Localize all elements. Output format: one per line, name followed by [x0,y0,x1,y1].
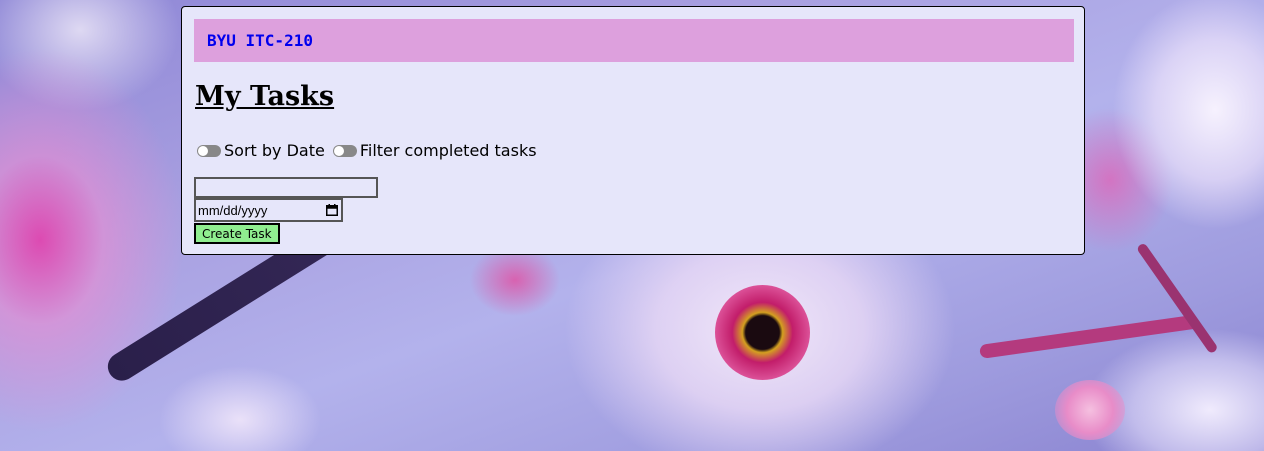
background-flower-center [1055,380,1125,440]
toggle-knob [333,145,344,156]
due-date-input[interactable]: mm/dd/yyyy [194,198,343,222]
sort-by-date-label: Sort by Date [224,141,325,160]
filter-completed-toggle[interactable] [332,144,357,157]
toggle-row: Sort by Date Filter completed tasks [197,141,545,160]
date-placeholder: mm/dd/yyyy [198,202,268,218]
header-bar: BYU ITC-210 [194,19,1074,62]
page-title: My Tasks [195,81,335,112]
sort-by-date-toggle[interactable] [197,144,221,157]
background-branch [1135,242,1219,355]
background-flower-center [715,285,810,380]
course-link[interactable]: BYU ITC-210 [207,31,313,50]
task-panel: BYU ITC-210 My Tasks Sort by Date Filter… [181,6,1085,255]
background-branch [979,314,1199,359]
task-name-input[interactable] [194,177,378,198]
create-task-button[interactable]: Create Task [194,223,280,244]
filter-completed-label: Filter completed tasks [359,141,537,160]
toggle-knob [198,145,208,156]
calendar-icon[interactable] [326,204,338,216]
